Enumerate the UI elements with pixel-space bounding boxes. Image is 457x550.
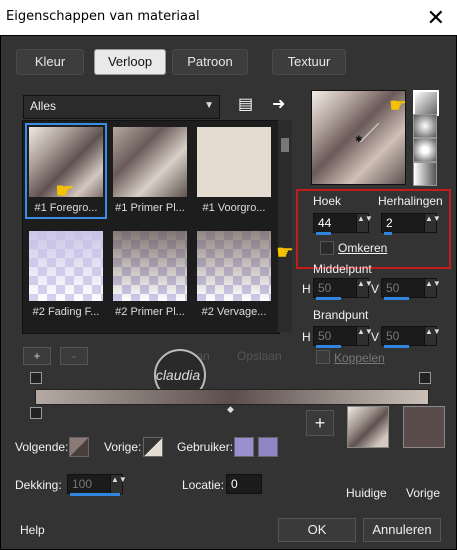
prev-swatch[interactable] — [143, 437, 163, 457]
library-item[interactable]: #1 Voorgro... — [195, 125, 273, 217]
midpoint-marker[interactable]: ◆ — [227, 404, 234, 415]
opacity-label: Dekking: — [15, 478, 62, 492]
opacity-input[interactable]: 100 ▲▼ — [67, 474, 127, 496]
library-manager-icon[interactable]: ▤ — [238, 94, 253, 114]
gradient-bar[interactable] — [35, 389, 429, 405]
prev-label: Vorige: — [104, 440, 142, 454]
tabs: Kleur Verloop Patroon Textuur — [10, 47, 446, 75]
location-label: Locatie: — [182, 478, 225, 492]
angle-input[interactable]: 44 ▲▼ — [313, 213, 373, 235]
remove-gradient-button[interactable]: - — [60, 347, 88, 365]
focal-label: Brandpunt — [313, 308, 369, 322]
stop-marker[interactable] — [30, 407, 42, 419]
library-item[interactable]: #1 Primer Pl... — [111, 125, 189, 217]
midpoint-label: Middelpunt — [313, 262, 372, 276]
library-filter-select[interactable]: Alles ▼ — [23, 95, 220, 119]
previous-swatch — [403, 406, 445, 448]
library-item[interactable]: #2 Primer Pl... — [111, 229, 189, 321]
close-icon[interactable]: ✕ — [427, 5, 445, 31]
repeats-label: Herhalingen — [378, 194, 443, 208]
ok-button[interactable]: OK — [278, 518, 356, 542]
link-label: Koppelen — [334, 351, 385, 365]
linear-style-button[interactable] — [413, 90, 439, 116]
spinner-icon[interactable]: ▲▼ — [356, 214, 373, 232]
title-bar: Eigenschappen van materiaal ✕ — [0, 0, 457, 36]
link-checkbox[interactable] — [316, 350, 330, 364]
library-scrollbar[interactable] — [278, 120, 292, 332]
tab-patroon[interactable]: Patroon — [172, 49, 248, 75]
library-filter-value: Alles — [30, 99, 57, 113]
add-gradient-button[interactable]: + — [23, 347, 51, 365]
tab-kleur[interactable]: Kleur — [16, 49, 84, 75]
repeats-input[interactable]: 2 ▲▼ — [381, 213, 441, 235]
user-label: Gebruiker: — [177, 440, 234, 454]
tab-textuur[interactable]: Textuur — [272, 49, 346, 75]
current-label: Huidige — [346, 486, 387, 500]
hand-pointer-icon: ☛ — [389, 95, 407, 117]
help-link[interactable]: Help — [20, 523, 45, 537]
gradient-library: #1 Foregro... #1 Primer Pl... #1 Voorgro… — [22, 120, 280, 334]
chevron-down-icon: ▼ — [204, 100, 214, 111]
tab-verloop[interactable]: Verloop — [94, 49, 166, 75]
midpoint-v-input[interactable]: 50 ▲▼ — [381, 278, 441, 300]
radial-style-button[interactable] — [413, 162, 437, 186]
hand-pointer-icon: ☛ — [276, 242, 294, 264]
location-input[interactable]: 0 — [226, 474, 262, 494]
stop-marker[interactable] — [419, 372, 431, 384]
invert-label: Omkeren — [338, 241, 388, 255]
cancel-button[interactable]: Annuleren — [363, 518, 441, 542]
hand-pointer-icon: ☛ — [55, 178, 75, 203]
library-item[interactable]: #2 Fading F... — [27, 229, 105, 321]
next-label: Volgende: — [15, 440, 69, 454]
next-swatch[interactable] — [69, 437, 89, 457]
angle-label: Hoek — [313, 194, 342, 208]
current-swatch — [347, 406, 389, 448]
add-stop-button[interactable]: + — [306, 410, 334, 436]
rectangular-style-button[interactable] — [413, 114, 437, 138]
focal-h-input[interactable]: 50 ▲▼ — [313, 326, 373, 348]
previous-label: Vorige — [406, 486, 441, 500]
user-color-1[interactable] — [234, 437, 254, 457]
focal-v-input[interactable]: 50 ▲▼ — [381, 326, 441, 348]
midpoint-h-input[interactable]: 50 ▲▼ — [313, 278, 373, 300]
invert-checkbox[interactable] — [320, 241, 334, 255]
user-color-2[interactable] — [258, 437, 278, 457]
spinner-icon[interactable]: ▲▼ — [424, 214, 441, 232]
window-title: Eigenschappen van materiaal — [6, 9, 200, 24]
ghost-label: Opslaan — [237, 349, 282, 363]
stop-marker[interactable] — [30, 372, 42, 384]
sunburst-style-button[interactable] — [413, 138, 437, 162]
arrow-right-icon[interactable]: ➜ — [272, 94, 285, 114]
library-item[interactable]: #2 Vervage... — [195, 229, 273, 321]
